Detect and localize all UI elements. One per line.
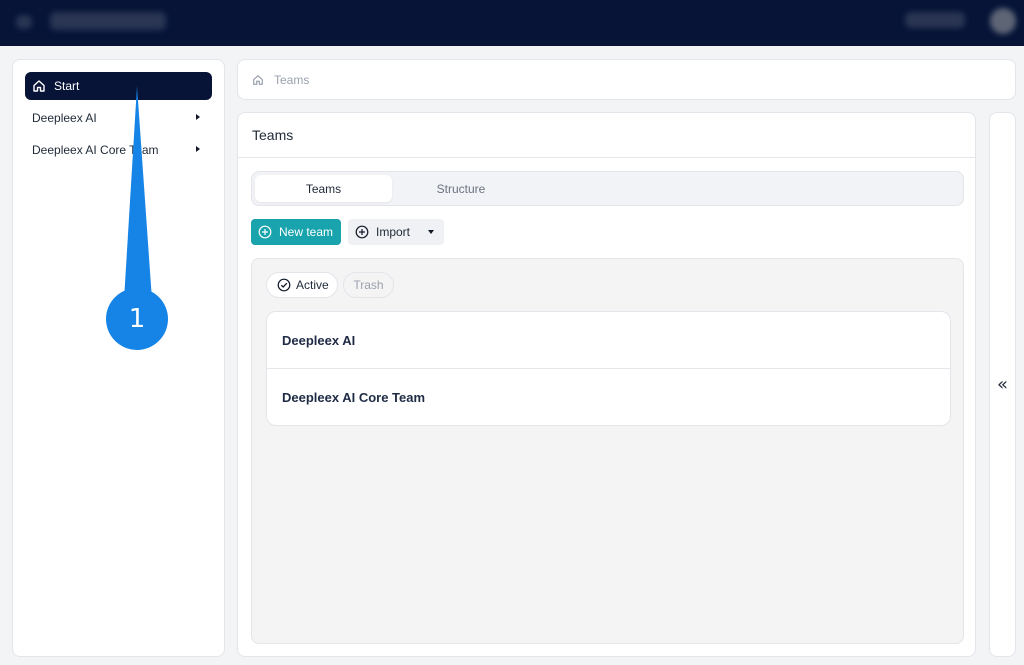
import-button[interactable]: Import: [348, 219, 444, 245]
plus-circle-icon: [355, 225, 369, 239]
new-team-label: New team: [279, 225, 334, 239]
callout-number: 1: [128, 304, 146, 334]
filter-trash[interactable]: Trash: [343, 272, 394, 298]
user-name[interactable]: [905, 12, 965, 28]
chevron-down-icon[interactable]: [428, 230, 434, 234]
team-list-panel: Active Trash Deepleex AI Deepleex AI Cor…: [251, 258, 964, 644]
home-icon: [32, 78, 48, 94]
main-panel: Teams Teams Structure New team Import Ac…: [237, 112, 976, 657]
app-logo[interactable]: [50, 12, 166, 30]
tab-structure[interactable]: Structure: [392, 175, 530, 202]
avatar[interactable]: [990, 8, 1016, 34]
tab-teams[interactable]: Teams: [255, 175, 392, 202]
sidebar-item-deepleex-ai[interactable]: Deepleex AI: [25, 104, 212, 132]
filter-active-label: Active: [296, 278, 329, 292]
import-label: Import: [376, 225, 411, 239]
filter-active[interactable]: Active: [266, 272, 338, 298]
sidebar: Start Deepleex AI Deepleex AI Core Team: [12, 59, 225, 657]
double-chevron-left-icon[interactable]: «: [997, 374, 1008, 395]
sidebar-item-start[interactable]: Start: [25, 72, 212, 100]
sidebar-item-label: Start: [54, 79, 80, 93]
caret-right-icon[interactable]: [196, 146, 200, 152]
sidebar-item-label: Deepleex AI: [32, 111, 97, 125]
caret-right-icon[interactable]: [196, 114, 200, 120]
divider: [238, 157, 975, 158]
plus-circle-icon: [258, 225, 272, 239]
breadcrumb: Teams: [237, 59, 1016, 100]
list-item[interactable]: Deepleex AI Core Team: [267, 369, 950, 425]
page-title: Teams: [252, 127, 294, 143]
sidebar-item-label: Deepleex AI Core Team: [32, 143, 159, 157]
team-list: Deepleex AI Deepleex AI Core Team: [266, 311, 951, 426]
breadcrumb-label[interactable]: Teams: [274, 73, 309, 87]
check-circle-icon: [277, 278, 291, 292]
sidebar-item-deepleex-ai-core-team[interactable]: Deepleex AI Core Team: [25, 136, 212, 164]
top-bar: [0, 0, 1024, 46]
tab-bar: Teams Structure: [251, 171, 964, 206]
right-panel: «: [989, 112, 1016, 657]
list-item[interactable]: Deepleex AI: [267, 312, 950, 369]
new-team-button[interactable]: New team: [251, 219, 341, 245]
home-icon[interactable]: [252, 74, 264, 86]
menu-icon[interactable]: [16, 15, 32, 29]
